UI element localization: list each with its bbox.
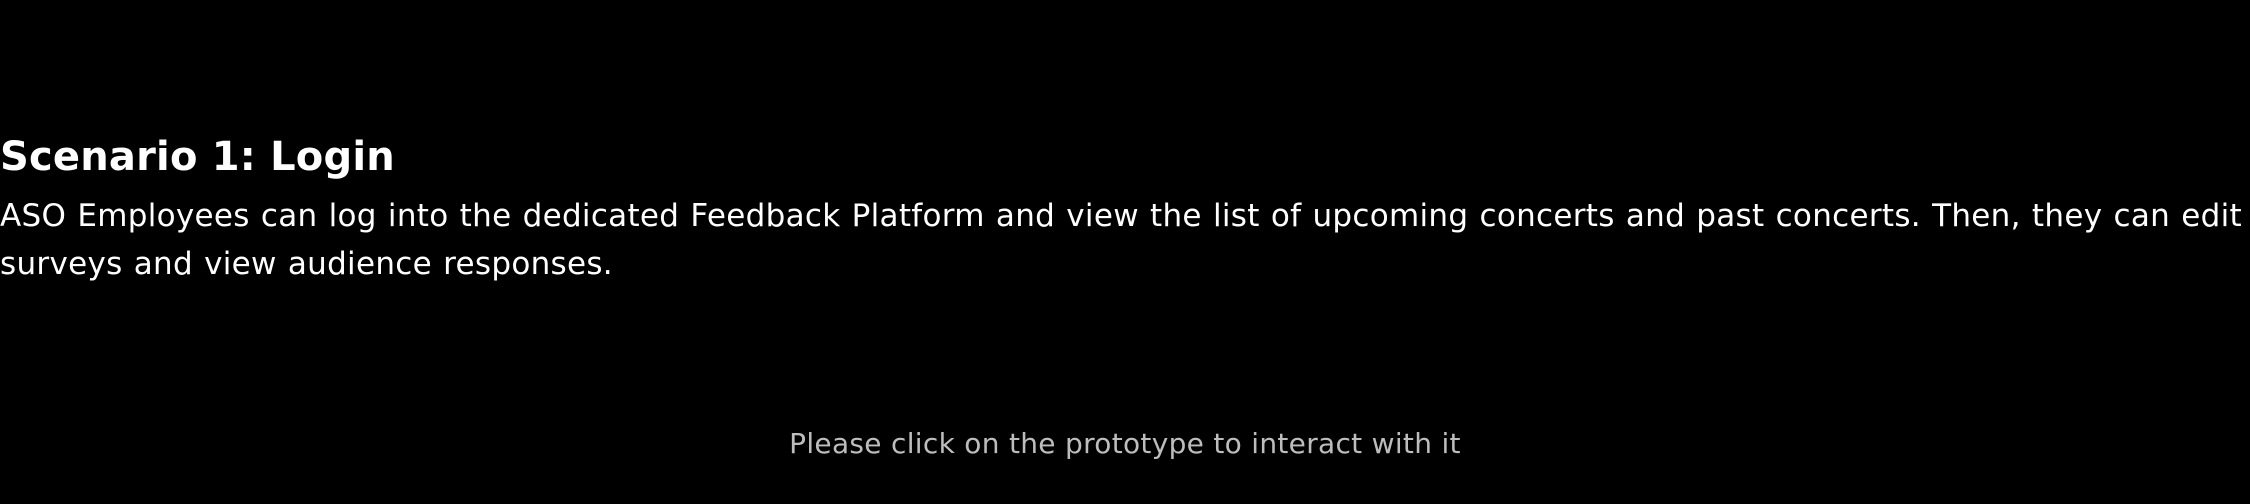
prototype-interaction-hint: Please click on the prototype to interac… (789, 427, 1461, 460)
scenario-description: ASO Employees can log into the dedicated… (0, 198, 2242, 282)
scenario-section: Scenario 1: Login ASO Employees can log … (0, 132, 2250, 288)
scenario-title: Scenario 1: Login (0, 134, 395, 180)
